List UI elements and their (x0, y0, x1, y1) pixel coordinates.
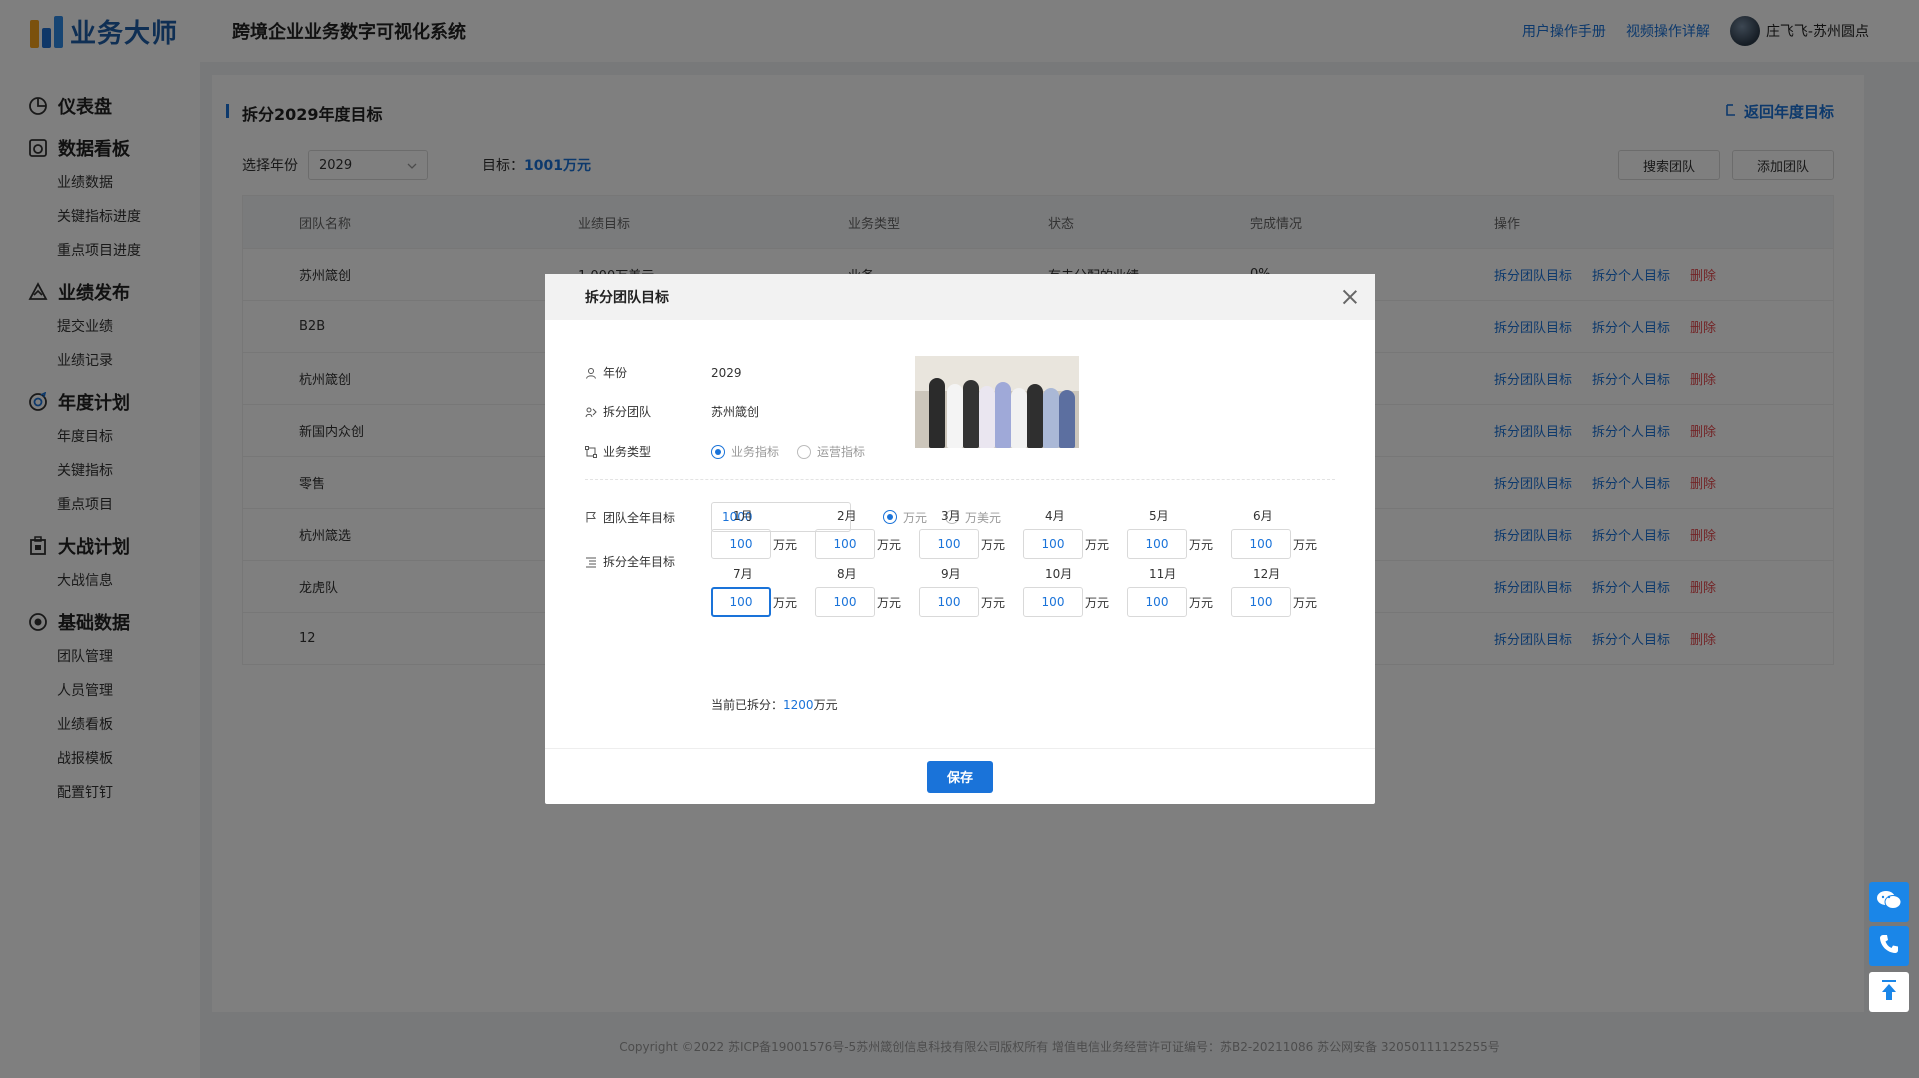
month-unit: 万元 (1085, 537, 1110, 552)
dialog-header: 拆分团队目标 (545, 274, 1375, 320)
close-icon[interactable] (1339, 286, 1361, 308)
month-unit: 万元 (1293, 537, 1318, 552)
month-unit: 万元 (773, 595, 798, 610)
month-label: 10月 (1045, 567, 1073, 581)
month-target-input[interactable]: 100 (711, 529, 771, 559)
dialog-title: 拆分团队目标 (585, 290, 669, 306)
month-label: 5月 (1149, 509, 1169, 523)
month-target-input[interactable]: 100 (815, 529, 875, 559)
month-unit: 万元 (877, 595, 902, 610)
month-label: 4月 (1045, 509, 1065, 523)
wechat-float-button[interactable] (1869, 882, 1909, 922)
month-target-9: 9月 100 万元 (919, 565, 1023, 617)
month-target-6: 6月 100 万元 (1231, 507, 1335, 559)
divider (585, 479, 1335, 480)
month-label: 8月 (837, 567, 857, 581)
user-icon (585, 367, 597, 379)
year-row: 年份 2029 (585, 364, 742, 381)
save-button[interactable]: 保存 (927, 760, 993, 793)
month-target-input[interactable]: 100 (1023, 587, 1083, 617)
month-unit: 万元 (773, 537, 798, 552)
team-photo (915, 356, 1079, 448)
radio-business-indicator[interactable]: 业务指标 (711, 443, 779, 460)
month-target-2: 2月 100 万元 (815, 507, 919, 559)
radio-operation-indicator[interactable]: 运营指标 (797, 443, 865, 460)
month-target-input[interactable]: 100 (919, 587, 979, 617)
dialog-footer: 保存 (545, 748, 1375, 804)
business-type-row: 业务类型 业务指标 运营指标 (585, 443, 883, 460)
phone-icon (1878, 933, 1900, 959)
split-annual-label-row: 拆分全年目标 (585, 553, 711, 570)
month-label: 6月 (1253, 509, 1273, 523)
team-value: 苏州箴创 (711, 405, 760, 419)
month-label: 2月 (837, 509, 857, 523)
month-target-input[interactable]: 100 (919, 529, 979, 559)
month-target-input[interactable]: 100 (711, 587, 771, 617)
month-target-10: 10月 100 万元 (1023, 565, 1127, 617)
month-target-input[interactable]: 100 (815, 587, 875, 617)
month-target-4: 4月 100 万元 (1023, 507, 1127, 559)
month-unit: 万元 (1293, 595, 1318, 610)
month-target-input[interactable]: 100 (1023, 529, 1083, 559)
month-label: 7月 (733, 567, 753, 581)
wechat-icon (1876, 889, 1902, 915)
month-label: 9月 (941, 567, 961, 581)
month-target-input[interactable]: 100 (1231, 587, 1291, 617)
month-label: 1月 (733, 509, 753, 523)
month-target-11: 11月 100 万元 (1127, 565, 1231, 617)
current-split-total: 当前已拆分：1200万元 (711, 698, 838, 712)
team-row: 拆分团队 苏州箴创 (585, 403, 759, 420)
month-target-1: 1月 100 万元 (711, 507, 815, 559)
phone-float-button[interactable] (1869, 926, 1909, 966)
month-target-3: 3月 100 万元 (919, 507, 1023, 559)
split-team-goal-dialog: 拆分团队目标 年份 2029 拆分团队 苏州箴创 业务类型 业务指标 运营指标 … (545, 274, 1375, 804)
month-unit: 万元 (1189, 537, 1214, 552)
team-split-icon (585, 406, 597, 418)
month-unit: 万元 (877, 537, 902, 552)
month-unit: 万元 (981, 537, 1006, 552)
frame-icon (585, 445, 597, 458)
year-value: 2029 (711, 365, 742, 380)
arrow-up-icon (1880, 979, 1898, 1005)
month-label: 11月 (1149, 567, 1177, 581)
month-target-7: 7月 100 万元 (711, 565, 815, 617)
month-target-input[interactable]: 100 (1231, 529, 1291, 559)
flag-icon (585, 511, 597, 523)
month-unit: 万元 (1189, 595, 1214, 610)
month-target-input[interactable]: 100 (1127, 529, 1187, 559)
month-target-input[interactable]: 100 (1127, 587, 1187, 617)
month-label: 12月 (1253, 567, 1281, 581)
list-indent-icon (585, 556, 597, 568)
back-to-top-button[interactable] (1869, 972, 1909, 1012)
month-target-8: 8月 100 万元 (815, 565, 919, 617)
month-target-12: 12月 100 万元 (1231, 565, 1335, 617)
month-unit: 万元 (981, 595, 1006, 610)
month-label: 3月 (941, 509, 961, 523)
month-target-5: 5月 100 万元 (1127, 507, 1231, 559)
month-unit: 万元 (1085, 595, 1110, 610)
